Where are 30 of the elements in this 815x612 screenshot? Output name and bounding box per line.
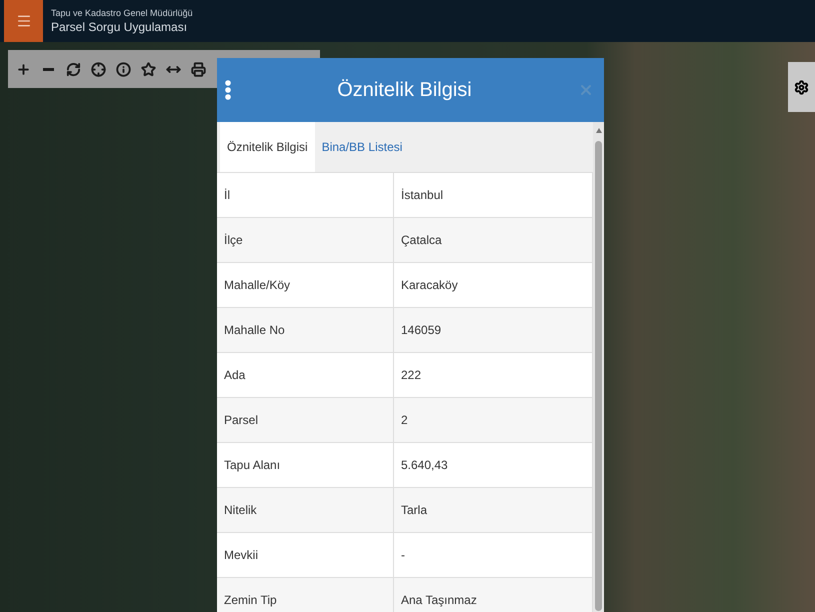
field-name-cell: Mahalle No <box>217 308 394 352</box>
tab[interactable]: Bina/BB Listesi <box>314 122 410 172</box>
print-icon <box>190 62 206 76</box>
dialog-title: Öznitelik Bilgisi <box>336 78 473 102</box>
field-name-cell: Parsel <box>217 398 394 442</box>
tab[interactable]: Öznitelik Bilgisi <box>220 122 315 172</box>
zoom-in-icon <box>16 62 30 76</box>
field-name-cell: İlçe <box>217 218 394 262</box>
star-icon <box>140 62 156 76</box>
zoom-out-icon <box>42 68 54 70</box>
field-name-cell: Nitelik <box>217 488 394 532</box>
settings-button[interactable] <box>788 62 815 112</box>
app-title: Parsel Sorgu Uygulaması <box>51 20 188 34</box>
field-name-cell: Mevkii <box>217 533 394 577</box>
more-icon <box>225 80 231 100</box>
settings-icon <box>794 80 809 94</box>
close-icon <box>578 82 594 98</box>
scrollbar[interactable] <box>593 122 604 612</box>
menu-button[interactable] <box>4 0 43 42</box>
menu-icon <box>16 13 32 29</box>
field-name-cell: Tapu Alanı <box>217 443 394 487</box>
field-name-cell: Zemin Tip <box>217 578 394 612</box>
field-name-cell: Mahalle/Köy <box>217 263 394 307</box>
field-name-cell: Ada <box>217 353 394 397</box>
more-button[interactable] <box>225 80 231 100</box>
refresh-icon <box>66 62 80 76</box>
organization-name: Tapu ve Kadastro Genel Müdürlüğü <box>51 8 193 18</box>
field-name-cell: İl <box>217 173 394 217</box>
crosshair-icon <box>90 62 106 76</box>
info-icon <box>116 62 130 76</box>
